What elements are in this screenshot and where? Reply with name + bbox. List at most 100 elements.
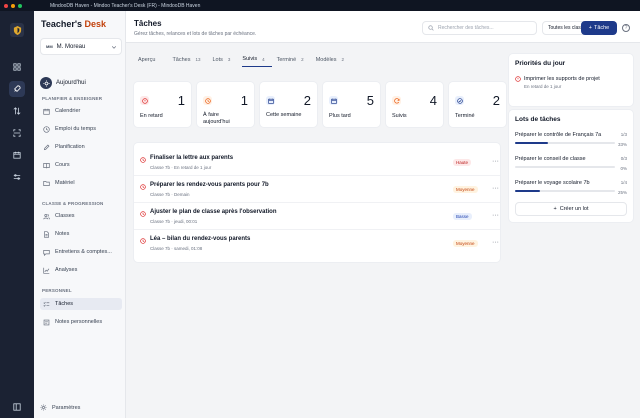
plus-icon: + (553, 206, 557, 212)
priority-badge: Basse (453, 213, 472, 220)
lots-title: Lots de tâches (515, 116, 561, 123)
sidebar-item-materiel[interactable]: Matériel (40, 177, 122, 189)
sidebar: Teacher's Desk MM M. Moreau Aujourd'hui … (34, 11, 126, 418)
summary-card[interactable]: 1 En retard (134, 82, 191, 127)
rail-rocket-icon[interactable] (9, 81, 25, 97)
lot-item[interactable]: Préparer le contrôle de Français 7a 1/3 33… (515, 132, 627, 147)
tab-suivis[interactable]: Suivis 4 (242, 56, 272, 67)
sidebar-item-classes[interactable]: Classes (40, 210, 122, 222)
sidebar-item-entretiens[interactable]: Entretiens & comptes... (40, 246, 122, 258)
lot-item[interactable]: Préparer le voyage scolaire 7b 1/4 25% (515, 180, 627, 195)
search-input[interactable]: Rechercher des tâches... (422, 21, 537, 35)
sidebar-item-cours[interactable]: Cours (40, 159, 122, 171)
add-task-button[interactable]: + Tâche (581, 21, 617, 35)
sidebar-item-planification[interactable]: Planification (40, 141, 122, 153)
tab-mod-les[interactable]: Modèles 2 (316, 56, 351, 67)
create-lot-button[interactable]: + Créer un lot (515, 202, 627, 216)
sidebar-item-label: Matériel (55, 180, 75, 186)
tab-count: 4 (262, 56, 265, 62)
sidebar-item-today[interactable]: Aujourd'hui (40, 77, 86, 89)
summary-count: 4 (429, 93, 437, 108)
task-row[interactable]: Finaliser la lettre aux parents Classe 7b… (134, 150, 500, 176)
rail-calendar-icon[interactable] (9, 147, 25, 163)
sidebar-item-parametres[interactable]: Paramètres (40, 404, 80, 411)
rail-panel-icon[interactable] (9, 399, 25, 415)
user-selector[interactable]: MM M. Moreau (40, 38, 122, 55)
more-options-icon[interactable]: ··· (492, 212, 499, 219)
check-circle-icon (455, 96, 464, 105)
priority-item[interactable]: Imprimer les supports de projet En retar… (515, 76, 600, 89)
checklist-icon (43, 301, 50, 307)
rail-scan-icon[interactable] (9, 125, 25, 141)
sidebar-item-calendrier[interactable]: Calendrier (40, 105, 122, 117)
lot-title: Préparer le conseil de classe (515, 156, 586, 162)
pencil-icon (43, 144, 50, 150)
summary-card[interactable]: 2 Cette semaine (260, 82, 317, 127)
close-window-icon[interactable] (4, 3, 8, 8)
lot-progress-bar (515, 190, 615, 192)
summary-card[interactable]: 1 À faire aujourd'hui (197, 82, 254, 127)
more-options-icon[interactable]: ··· (492, 239, 499, 246)
summary-card[interactable]: 2 Terminé (449, 82, 506, 127)
summary-card[interactable]: 5 Plus tard (323, 82, 380, 127)
sidebar-item-analyses[interactable]: Analyses (40, 264, 122, 276)
priorities-panel: Priorités du jour Imprimer les supports … (509, 54, 633, 106)
clock-icon (43, 125, 50, 133)
tab-count: 13 (195, 57, 201, 62)
create-lot-label: Créer un lot (559, 206, 589, 212)
sidebar-item-label: Classes (55, 213, 75, 219)
task-meta: Classe 7b · En retard de 1 jour (150, 165, 212, 170)
summary-label: Cette semaine (266, 112, 302, 118)
add-task-label: Tâche (593, 25, 610, 31)
sidebar-item-taches[interactable]: Tâches (40, 298, 122, 310)
task-row[interactable]: Léa – bilan du rendez-vous parents Classe… (134, 231, 500, 257)
more-options-icon[interactable]: ··· (492, 185, 499, 192)
tab-t-ches[interactable]: Tâches 13 (172, 56, 207, 67)
notes-icon (44, 230, 49, 238)
clock-icon (140, 157, 146, 163)
task-list: Finaliser la lettre aux parents Classe 7b… (134, 143, 500, 262)
sidebar-item-notes-personnelles[interactable]: Notes personnelles (40, 316, 122, 328)
minimize-window-icon[interactable] (11, 3, 15, 8)
lot-percent: 33% (617, 142, 627, 147)
summary-card[interactable]: 4 Suivis (386, 82, 443, 127)
rail-sliders-icon[interactable] (9, 169, 25, 185)
lots-panel: Lots de tâches Préparer le contrôle de F… (509, 110, 633, 222)
more-options-icon[interactable]: ··· (492, 158, 499, 165)
task-title: Finaliser la lettre aux parents (150, 155, 234, 161)
tab-termin-[interactable]: Terminé 2 (277, 56, 311, 67)
clock-icon (203, 96, 212, 105)
window-controls[interactable] (4, 3, 22, 8)
help-icon[interactable]: ? (622, 24, 630, 32)
chart-icon (43, 267, 50, 274)
priorities-title: Priorités du jour (515, 60, 566, 67)
lot-item[interactable]: Préparer le conseil de classe 0/3 0% (515, 156, 627, 171)
avatar: MM (46, 44, 53, 49)
task-title: Léa – bilan du rendez-vous parents (150, 236, 251, 242)
sidebar-item-notes[interactable]: Notes (40, 228, 122, 240)
folder-icon (43, 180, 50, 186)
rail-dashboard-icon[interactable] (9, 59, 25, 75)
summary-label: Suivis (392, 113, 407, 119)
tab-bar: Aperçu Tâches 13 Lots 3 Suivis 4 Terminé 2 Modèle… (138, 56, 356, 67)
tab-aper-u[interactable]: Aperçu (138, 56, 167, 67)
summary-count: 2 (492, 93, 500, 108)
sun-icon (40, 77, 52, 89)
tab-label: Lots (212, 56, 223, 63)
sidebar-item-emploi-du-temps[interactable]: Emploi du temps (40, 123, 122, 135)
lot-count: 0/3 (620, 156, 627, 161)
brand-part2: Desk (84, 19, 107, 29)
task-row[interactable]: Préparer les rendez-vous parents pour 7b… (134, 177, 500, 203)
priority-badge: Moyenne (453, 186, 478, 193)
page-subtitle: Gérez tâches, relances et lots de tâches… (134, 31, 257, 37)
task-row[interactable]: Ajuster le plan de classe après l'observ… (134, 204, 500, 230)
rail-sort-icon[interactable] (9, 103, 25, 119)
summary-count: 1 (177, 93, 185, 108)
tab-lots[interactable]: Lots 3 (213, 56, 238, 67)
priority-badge: Haute (453, 159, 472, 166)
maximize-window-icon[interactable] (18, 3, 22, 8)
book-icon (43, 162, 50, 168)
plus-icon: + (588, 25, 592, 31)
summary-count: 5 (366, 93, 374, 108)
user-name: M. Moreau (56, 43, 86, 50)
